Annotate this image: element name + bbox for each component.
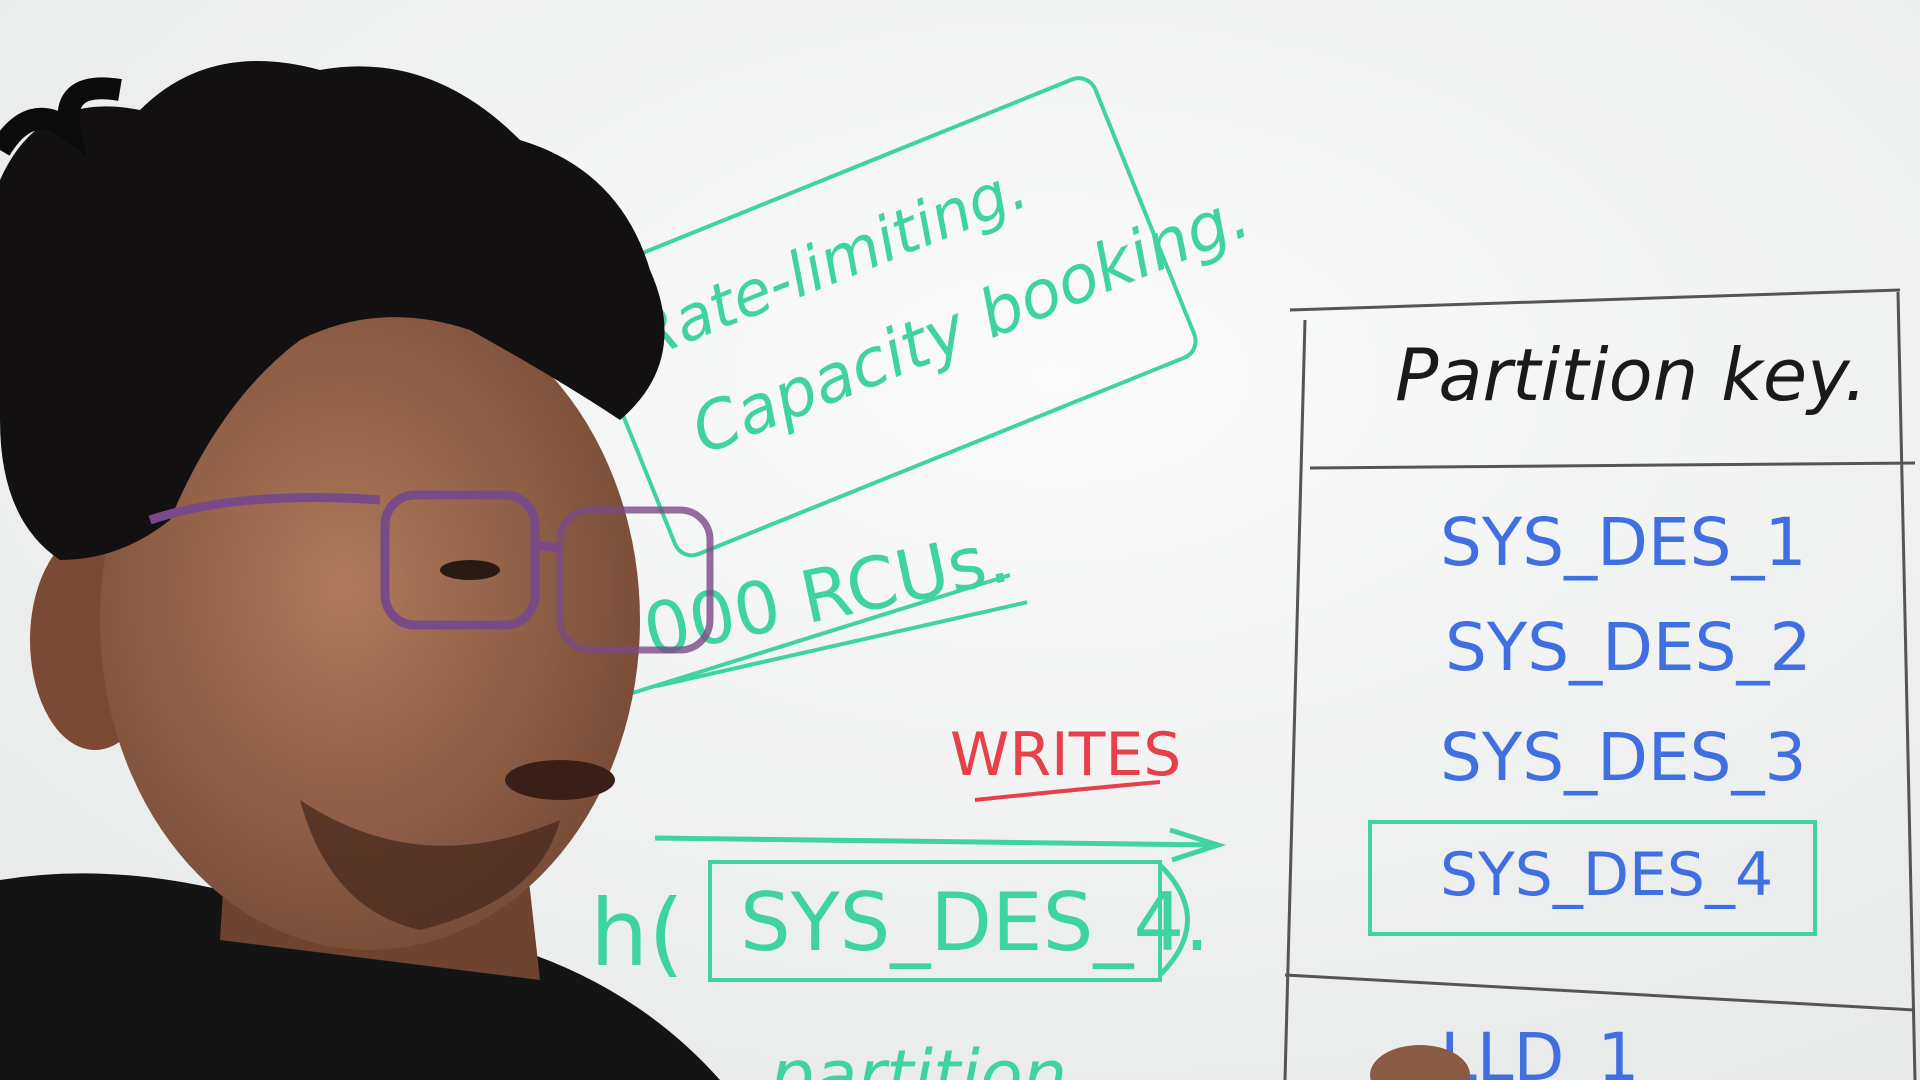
partition-row-4: SYS_DES_4 <box>1440 840 1773 910</box>
writes-label: WRITES <box>950 720 1181 790</box>
partition-row-5: LLD_1 <box>1440 1019 1639 1080</box>
hash-key-text: SYS_DES_4. <box>740 876 1210 969</box>
whiteboard-scene: Rate-limiting. Capacity booking. 000 RCU… <box>0 0 1920 1080</box>
partition-row-2: SYS_DES_2 <box>1445 609 1812 686</box>
presenter-mouth <box>505 760 615 800</box>
partition-row-3: SYS_DES_3 <box>1440 719 1807 796</box>
partition-key-header: Partition key. <box>1395 333 1867 417</box>
video-frame: Rate-limiting. Capacity booking. 000 RCU… <box>0 0 1920 1080</box>
partition-row-1: SYS_DES_1 <box>1440 504 1807 581</box>
hash-prefix: h( <box>590 880 684 987</box>
bottom-fragment: partition <box>769 1035 1067 1080</box>
